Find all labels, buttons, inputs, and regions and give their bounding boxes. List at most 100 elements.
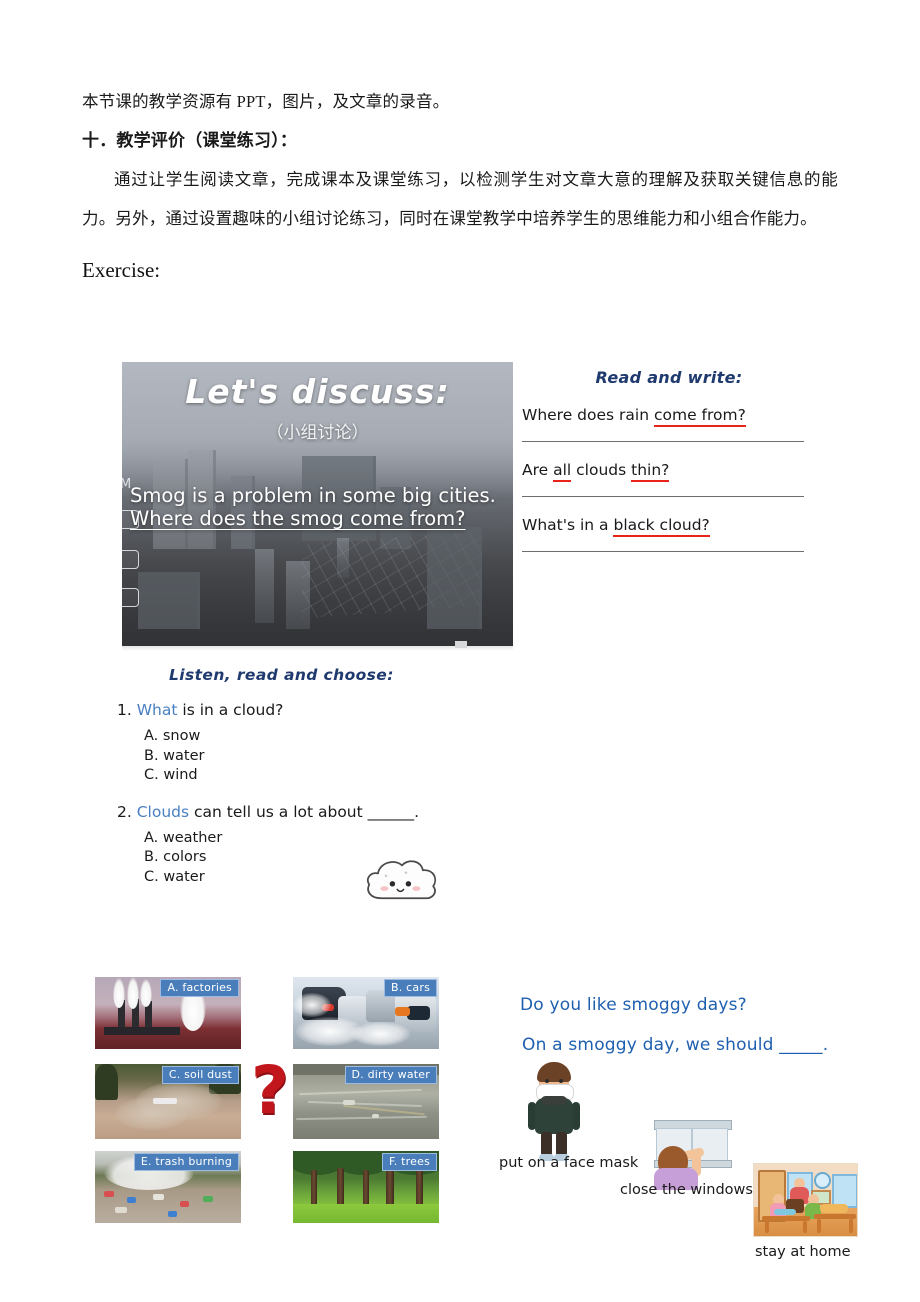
water-splash [293, 992, 331, 1018]
mcq2-keyword: Clouds [136, 802, 190, 821]
toys [774, 1209, 796, 1215]
photo-cars: B. cars [293, 977, 439, 1049]
mcq2-number: 2. [117, 802, 132, 821]
vehicle [153, 1097, 177, 1104]
mcq-question-2: 2. Clouds can tell us a lot about ______… [117, 803, 637, 821]
rw-question-2: Are all clouds thin? [522, 461, 822, 482]
photo-dirty-water: D. dirty water [293, 1064, 439, 1139]
read-and-write-title: Read and write: [595, 368, 743, 387]
photo-cell-soil-dust[interactable]: C. soil dust [95, 1064, 241, 1139]
photo-label-dirty-water: D. dirty water [344, 1066, 437, 1084]
table [762, 1216, 810, 1221]
window [832, 1174, 857, 1208]
tree-trunk [310, 1169, 317, 1206]
lesson-text-block: 本节课的教学资源有 PPT，图片，及文章的录音。 十．教学评价（课堂练习）： 通… [82, 82, 838, 286]
family-at-home-icon [753, 1163, 858, 1237]
photo-cell-trash-burning[interactable]: E. trash burning [95, 1151, 241, 1223]
eye [559, 1079, 563, 1083]
eye [545, 1079, 549, 1083]
mcq1-option-b[interactable]: B. water [144, 747, 637, 767]
rw-q1-underlined: come from? [653, 406, 746, 427]
rw-q2-underlined-1: all [553, 461, 572, 482]
photo-cell-dirty-water[interactable]: D. dirty water [293, 1064, 439, 1139]
mcq2-rest: can tell us a lot about ______. [189, 802, 420, 821]
mcq1-options: A. snow B. water C. wind [144, 727, 637, 786]
photo-label-soil-dust: C. soil dust [161, 1066, 239, 1084]
photo-cell-trees[interactable]: F. trees [293, 1151, 439, 1223]
tree-trunk [363, 1169, 370, 1209]
photo-factories: A. factories [95, 977, 241, 1049]
grass [293, 1204, 439, 1223]
answer-rule [522, 496, 804, 497]
trash-item [168, 1211, 177, 1218]
mcq-question-1: 1. What is in a cloud? [117, 701, 637, 719]
food-items [820, 1204, 848, 1213]
person-with-mask-icon [528, 1062, 580, 1162]
tree-trunk [415, 1169, 423, 1208]
slide-corner-mark [455, 641, 467, 648]
listen-read-choose-title: Listen, read and choose: [169, 666, 394, 684]
question-mark-icon: ? [250, 1052, 290, 1129]
advice-question: Do you like smoggy days? [520, 995, 747, 1015]
caption-stay-home: stay at home [755, 1244, 851, 1260]
roadside-trees [95, 1064, 119, 1100]
table-leg [765, 1221, 769, 1233]
ghost-option-box [122, 550, 139, 569]
resources-line: 本节课的教学资源有 PPT，图片，及文章的录音。 [82, 92, 450, 111]
mcq1-rest: is in a cloud? [177, 701, 284, 719]
photo-label-trees: F. trees [381, 1153, 437, 1171]
evaluation-paragraph: 通过让学生阅读文章，完成课本及课堂练习，以检测学生对文章大意的理解及获取关键信息… [82, 170, 838, 228]
debris [371, 1113, 379, 1118]
mcq1-option-a[interactable]: A. snow [144, 727, 637, 747]
photo-label-cars: B. cars [384, 979, 437, 997]
rw-q1-plain: Where does rain [522, 406, 654, 424]
trash-item [179, 1201, 189, 1208]
leg [556, 1132, 567, 1156]
slide-question: Smog is a problem in some big cities. Wh… [130, 484, 507, 530]
slide-question-line1: Smog is a problem in some big cities. [130, 484, 496, 507]
photo-cell-factories[interactable]: A. factories [95, 977, 241, 1049]
trash-item [115, 1207, 128, 1214]
photo-cell-cars[interactable]: B. cars [293, 977, 439, 1049]
caption-face-mask: put on a face mask [499, 1155, 639, 1171]
scarf [541, 1096, 567, 1105]
rw-q3-a: What's in a [522, 516, 614, 534]
document-page: 本节课的教学资源有 PPT，图片，及文章的录音。 十．教学评价（课堂练习）： 通… [0, 0, 920, 1302]
photo-soil-dust: C. soil dust [95, 1064, 241, 1139]
leg [541, 1132, 552, 1156]
wall-clock [814, 1172, 831, 1189]
car-light [395, 1007, 410, 1016]
exercise-label: Exercise: [82, 258, 161, 282]
table-leg [849, 1219, 853, 1233]
photo-trees: F. trees [293, 1151, 439, 1223]
car-window [406, 1005, 431, 1021]
trash-item [103, 1191, 114, 1198]
caption-close-windows: close the windows [620, 1182, 753, 1198]
photo-label-factories: A. factories [160, 979, 239, 997]
table-leg [803, 1221, 807, 1233]
hair [537, 1062, 571, 1082]
mcq1-keyword: What [136, 701, 178, 719]
rw-q2-a: Are [522, 461, 554, 479]
advice-prompt: On a smoggy day, we should _____. [522, 1035, 829, 1055]
slide-title: Let's discuss: [185, 372, 450, 411]
lets-discuss-slide: Let's discuss: （小组讨论） M Smog is a proble… [122, 362, 513, 646]
tree-trunk [336, 1168, 344, 1209]
rw-question-1: Where does rain come from? [522, 406, 822, 427]
trash-item [127, 1197, 137, 1204]
boy-closing-window-icon [648, 1116, 736, 1190]
debris [342, 1100, 355, 1105]
mcq1-option-c[interactable]: C. wind [144, 766, 637, 786]
photo-trash-burning: E. trash burning [95, 1151, 241, 1223]
rw-q2-underlined-2: thin? [631, 461, 670, 482]
slide-subtitle: （小组讨论） [266, 423, 369, 442]
arm [572, 1102, 580, 1130]
mcq2-option-a[interactable]: A. weather [144, 829, 637, 849]
smoke-plume [112, 978, 125, 1009]
building [137, 572, 201, 629]
photo-label-trash-burning: E. trash burning [133, 1153, 239, 1171]
answer-rule [522, 551, 804, 552]
table-leg [817, 1219, 821, 1233]
rw-q2-b: clouds [571, 461, 632, 479]
read-and-write-panel: Read and write: Where does rain come fro… [522, 368, 822, 552]
